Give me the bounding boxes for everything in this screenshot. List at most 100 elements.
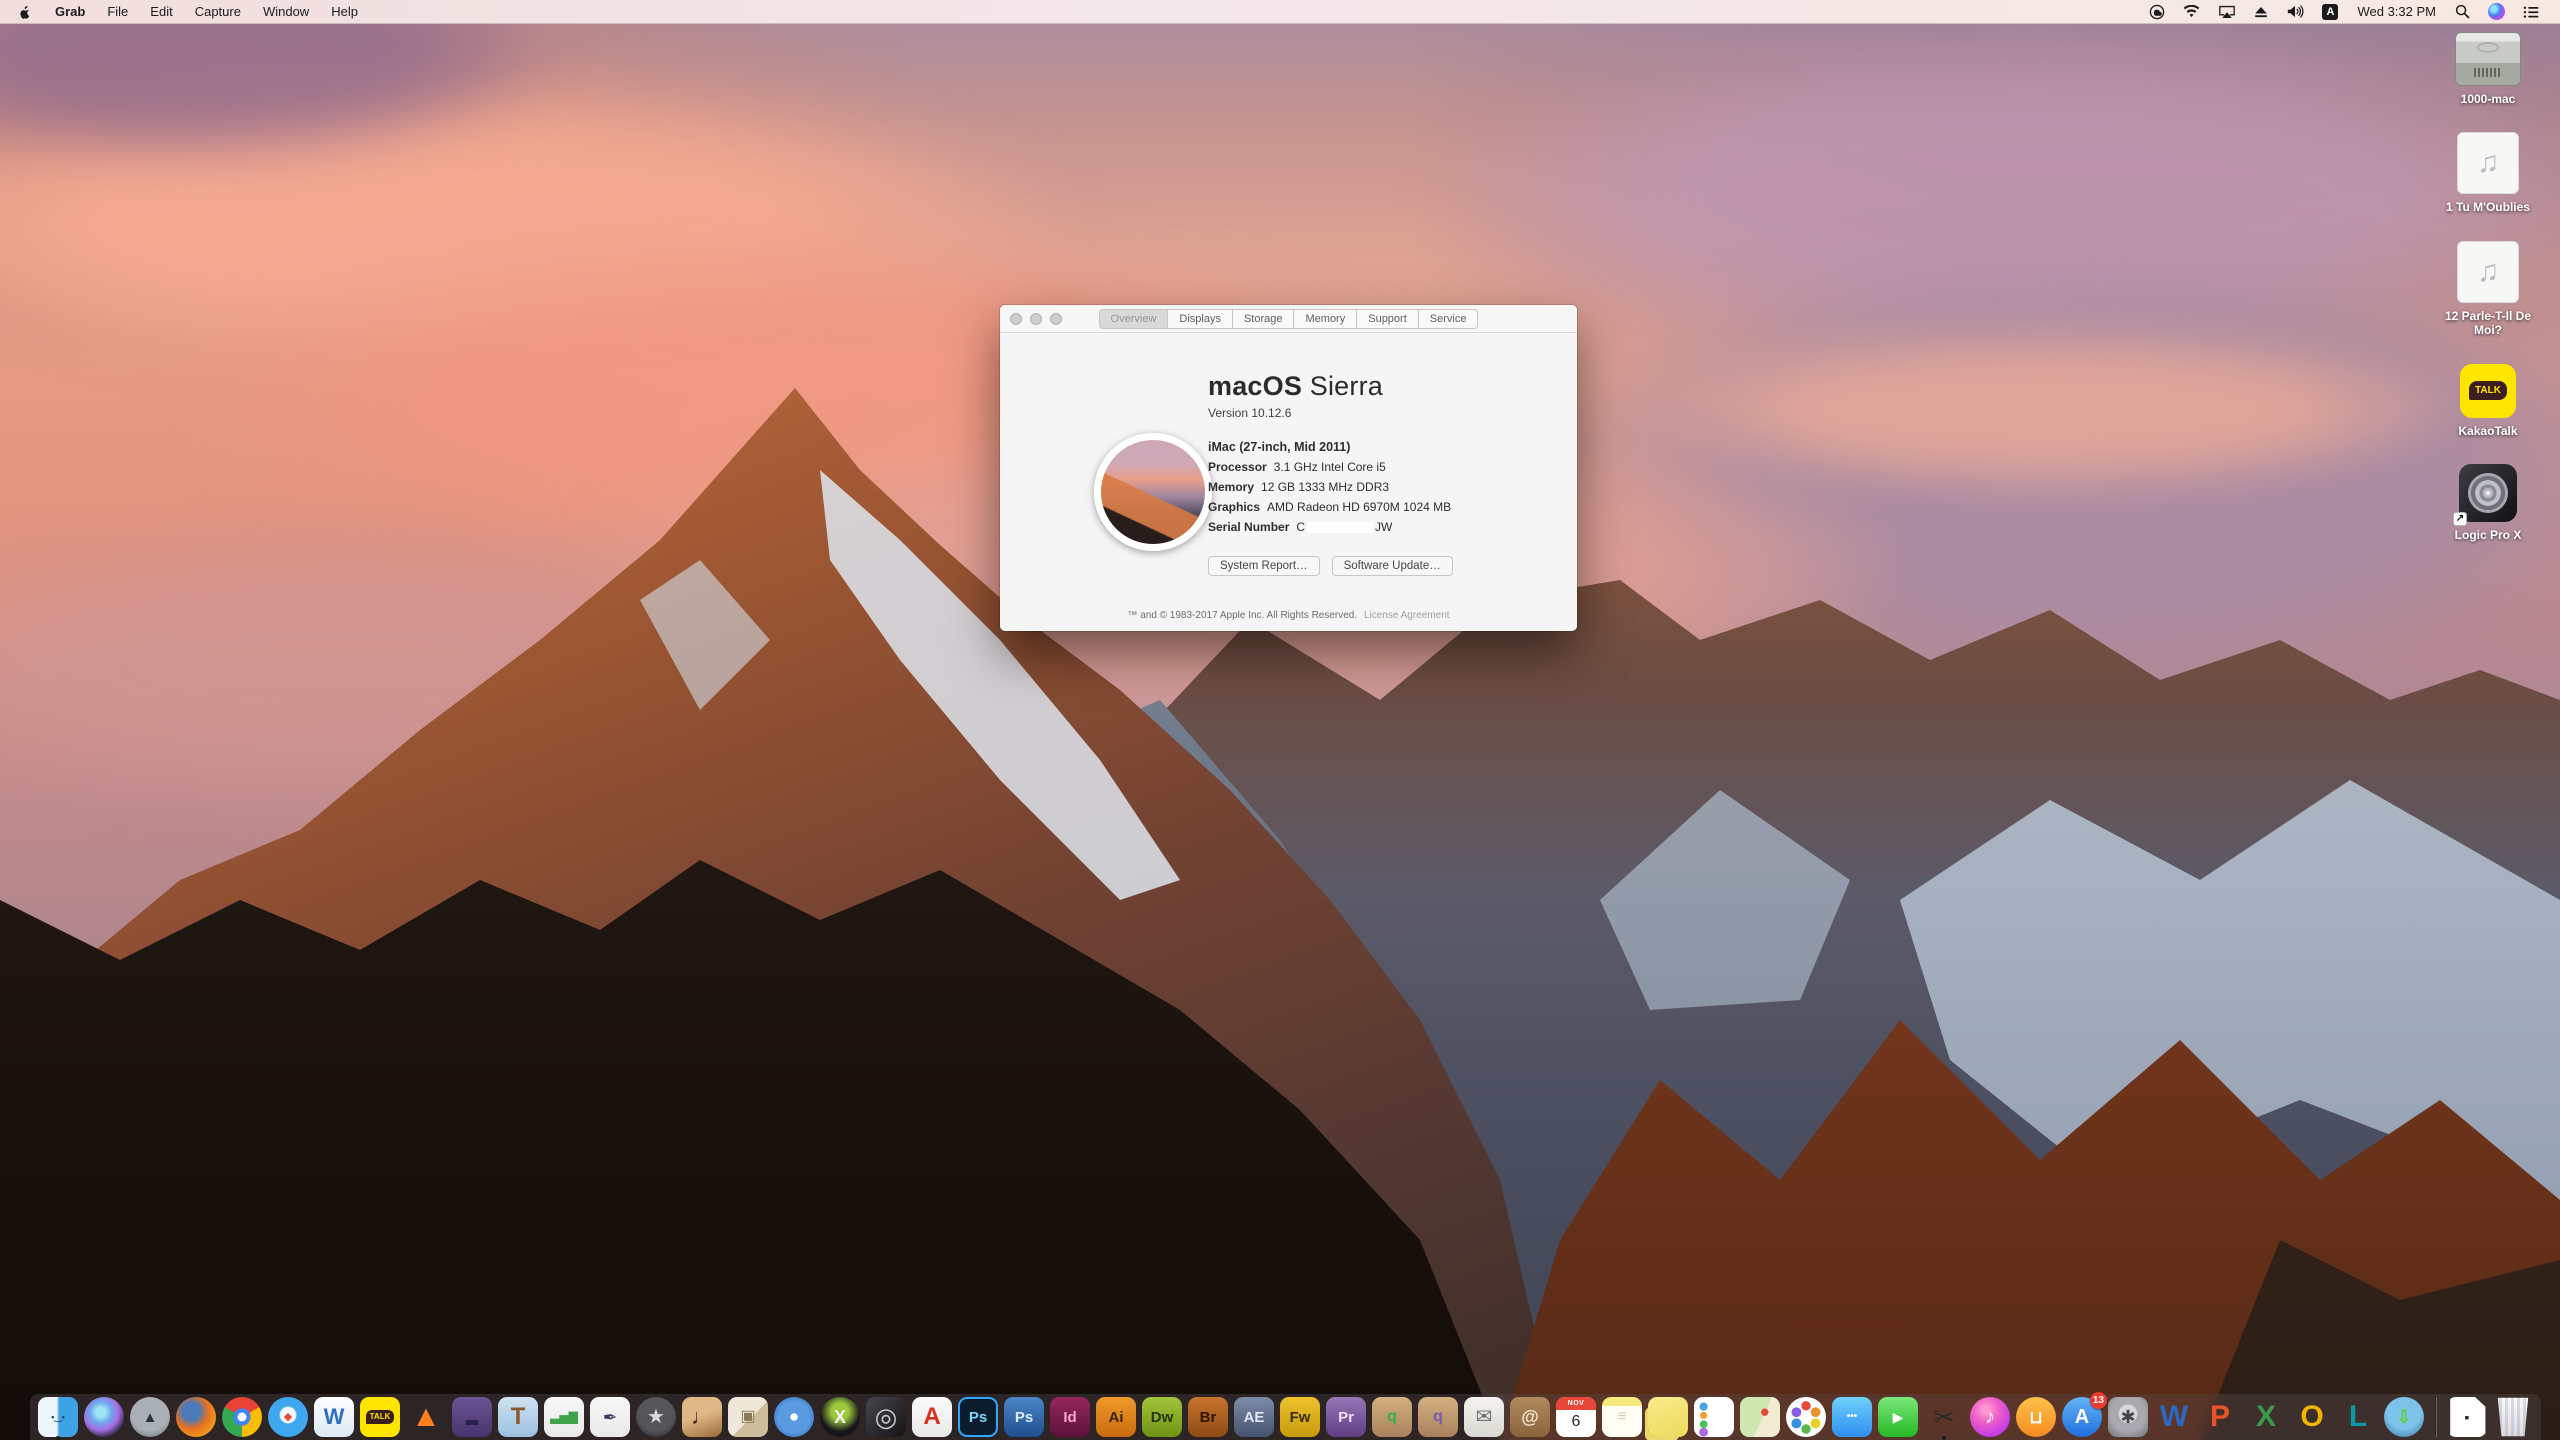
dock-photoshop-light[interactable]: Ps	[1004, 1397, 1044, 1437]
dock-bridge[interactable]: Br	[1188, 1397, 1228, 1437]
dock-lync[interactable]: L	[2338, 1397, 2378, 1437]
dock-numbers[interactable]: ▃▅▇	[544, 1397, 584, 1437]
menu-window[interactable]: Window	[252, 4, 320, 19]
dock-pages[interactable]: ✒	[590, 1397, 630, 1437]
dock-download-manager[interactable]: ⇩	[2384, 1397, 2424, 1437]
eject-icon[interactable]	[2245, 6, 2277, 18]
spec-graphics: GraphicsAMD Radeon HD 6970M 1024 MB	[1208, 500, 1453, 514]
dock-kakaotalk[interactable]: TALK	[360, 1397, 400, 1437]
dock-reminders[interactable]	[1694, 1397, 1734, 1437]
notification-center-icon[interactable]	[2514, 5, 2548, 19]
dock-keynote[interactable]: T	[498, 1397, 538, 1437]
dock-safari[interactable]: ◆	[268, 1397, 308, 1437]
x-media-app-glyph: X	[834, 1408, 846, 1426]
dock-facetime[interactable]: ▶	[1878, 1397, 1918, 1437]
dock-maps[interactable]	[1740, 1397, 1780, 1437]
dock-photoshop-dark[interactable]: Ps	[958, 1397, 998, 1437]
dock-word[interactable]: W	[2154, 1397, 2194, 1437]
dock-grab[interactable]: ✂	[1924, 1397, 1964, 1437]
tab-support[interactable]: Support	[1356, 309, 1419, 329]
dock-w-globe-app[interactable]: W	[314, 1397, 354, 1437]
system-report-button[interactable]: System Report…	[1208, 556, 1320, 576]
tab-displays[interactable]: Displays	[1167, 309, 1233, 329]
creative-cloud-icon[interactable]	[2140, 4, 2174, 20]
dock-acrobat[interactable]: A	[912, 1397, 952, 1437]
wifi-icon[interactable]	[2174, 5, 2209, 19]
dock-vlc[interactable]: ▲	[406, 1397, 446, 1437]
finder-glyph: •‿•	[51, 1413, 65, 1422]
dock-dreamweaver[interactable]: Dw	[1142, 1397, 1182, 1437]
dock-firefox[interactable]	[176, 1397, 216, 1437]
airplay-icon[interactable]	[2209, 5, 2245, 19]
app-menu-grab[interactable]: Grab	[44, 4, 96, 19]
close-button[interactable]	[1010, 313, 1022, 325]
menu-help[interactable]: Help	[320, 4, 369, 19]
window-title-bar[interactable]: OverviewDisplaysStorageMemorySupportServ…	[1000, 305, 1577, 333]
menu-edit[interactable]: Edit	[139, 4, 183, 19]
pages-glyph: ✒	[603, 1409, 617, 1426]
app-store-glyph: A	[2075, 1407, 2089, 1427]
dock-app-store[interactable]: A13	[2062, 1397, 2102, 1437]
dock-messages[interactable]: •••	[1832, 1397, 1872, 1437]
dock-x-media-app[interactable]: X	[820, 1397, 860, 1437]
menu-bar-clock[interactable]: Wed 3:32 PM	[2347, 4, 2446, 19]
volume-icon[interactable]	[2277, 4, 2313, 19]
dock-powerpoint[interactable]: P	[2200, 1397, 2240, 1437]
dock-photos[interactable]	[1786, 1397, 1826, 1437]
desktop-icon-12-parle-t-il-de-moi-[interactable]: ♫12 Parle-T-Il De Moi?	[2430, 241, 2546, 338]
spotlight-icon[interactable]	[2446, 4, 2479, 19]
apple-menu[interactable]	[12, 4, 44, 20]
dock-excel[interactable]: X	[2246, 1397, 2286, 1437]
dock-calendar[interactable]: NOV6	[1556, 1397, 1596, 1437]
dock-indesign[interactable]: Id	[1050, 1397, 1090, 1437]
dock-photo-collage-app[interactable]: ▣	[728, 1397, 768, 1437]
logic-pro-glyph: ◎	[875, 1404, 898, 1430]
dock-archive-box-green[interactable]: q	[1372, 1397, 1412, 1437]
logic-icon: ↗	[2459, 464, 2517, 522]
dock-illustrator[interactable]: Ai	[1096, 1397, 1136, 1437]
calendar-glyph: 6	[1572, 1414, 1581, 1430]
dock-idvd[interactable]	[774, 1397, 814, 1437]
dock-chrome[interactable]	[222, 1397, 262, 1437]
tab-memory[interactable]: Memory	[1294, 309, 1358, 329]
dock-archive-box-purple[interactable]: q	[1418, 1397, 1458, 1437]
dock-toast-titanium[interactable]: ▂	[452, 1397, 492, 1437]
dock-mail[interactable]: ✉	[1464, 1397, 1504, 1437]
dock-system-preferences[interactable]: ✱	[2108, 1397, 2148, 1437]
kakaotalk-glyph: TALK	[366, 1410, 395, 1424]
dock-stickies[interactable]	[1648, 1397, 1688, 1437]
dock-trash[interactable]	[2493, 1397, 2533, 1437]
menu-capture[interactable]: Capture	[184, 4, 252, 19]
tab-overview[interactable]: Overview	[1099, 309, 1169, 329]
dock-ibooks[interactable]: ⊔	[2016, 1397, 2056, 1437]
dock-logic-pro[interactable]: ◎	[866, 1397, 906, 1437]
license-agreement-link[interactable]: License Agreement	[1364, 610, 1450, 621]
desktop-icon-1-tu-m-oublies[interactable]: ♫1 Tu M'Oublies	[2446, 132, 2530, 214]
dock-contacts[interactable]: @	[1510, 1397, 1550, 1437]
dock-outlook[interactable]: O	[2292, 1397, 2332, 1437]
dock-notes[interactable]: ≡	[1602, 1397, 1642, 1437]
minimize-button[interactable]	[1030, 313, 1042, 325]
desktop-icon-kakaotalk[interactable]: TALKKakaoTalk	[2458, 364, 2517, 438]
dock-launchpad[interactable]: ▲	[130, 1397, 170, 1437]
software-update-button[interactable]: Software Update…	[1332, 556, 1453, 576]
audio-icon: ♫	[2457, 132, 2519, 194]
dock-document-file[interactable]: ▪	[2447, 1397, 2487, 1437]
dock-premiere[interactable]: Pr	[1326, 1397, 1366, 1437]
dock-finder[interactable]: •‿•	[38, 1397, 78, 1437]
siri-icon[interactable]	[2479, 3, 2514, 20]
dock-after-effects[interactable]: AE	[1234, 1397, 1274, 1437]
desktop-icon-logic-pro-x[interactable]: ↗Logic Pro X	[2455, 464, 2522, 542]
zoom-button[interactable]	[1050, 313, 1062, 325]
dock-itunes[interactable]: ♪	[1970, 1397, 2010, 1437]
dock-imovie[interactable]: ★	[636, 1397, 676, 1437]
vlc-glyph: ▲	[411, 1402, 441, 1432]
dock-siri[interactable]	[84, 1397, 124, 1437]
dock-garageband[interactable]: ♩	[682, 1397, 722, 1437]
input-source-menu[interactable]: A	[2313, 4, 2347, 20]
tab-storage[interactable]: Storage	[1232, 309, 1295, 329]
dock-fireworks[interactable]: Fw	[1280, 1397, 1320, 1437]
desktop-icon-1000-mac[interactable]: 1000-mac	[2455, 32, 2521, 106]
menu-file[interactable]: File	[96, 4, 139, 19]
tab-service[interactable]: Service	[1418, 309, 1479, 329]
